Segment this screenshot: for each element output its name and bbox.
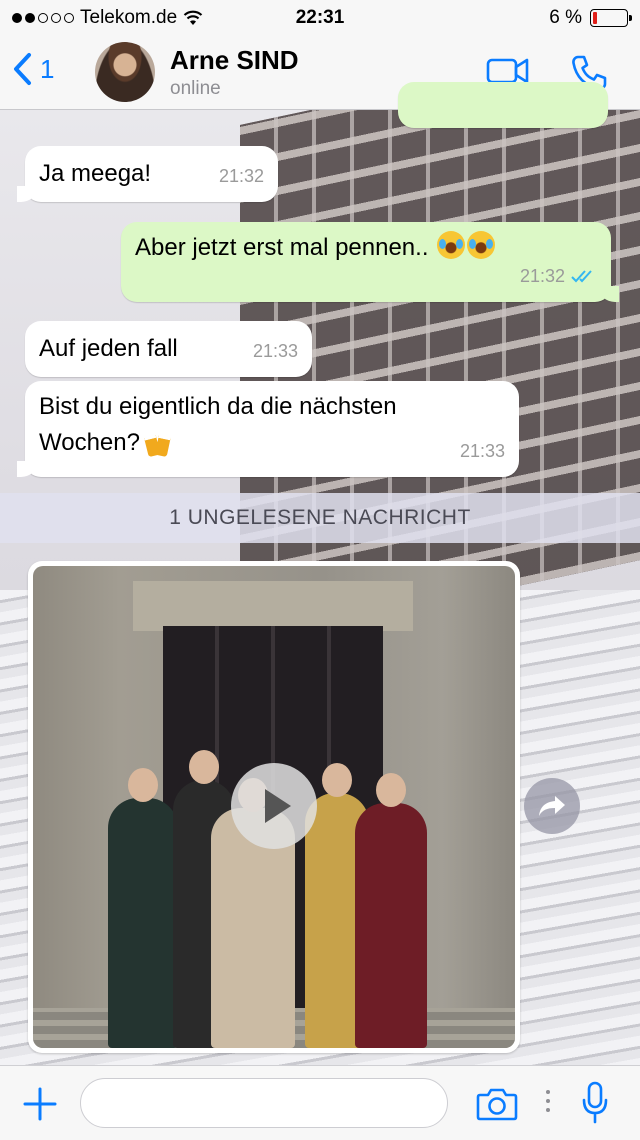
signal-dot bbox=[51, 13, 61, 23]
signal-dot bbox=[38, 13, 48, 23]
face-with-tears-of-joy-icon bbox=[467, 231, 496, 259]
message-bubble-incoming[interactable]: Auf jeden fall 21:33 bbox=[25, 321, 312, 377]
battery-indicator: 6 % bbox=[549, 7, 632, 29]
carrier-name: Telekom.de bbox=[80, 7, 178, 28]
message-text: Wochen? bbox=[39, 429, 140, 456]
message-text-line2: Wochen? bbox=[39, 425, 505, 461]
forward-arrow-icon[interactable] bbox=[524, 778, 580, 834]
signal-dot bbox=[25, 13, 35, 23]
video-thumbnail[interactable] bbox=[33, 566, 515, 1048]
plus-icon[interactable] bbox=[22, 1086, 58, 1122]
thumbnail-person bbox=[108, 768, 178, 1048]
thumbnail-lintel bbox=[133, 581, 413, 631]
microphone-icon[interactable] bbox=[580, 1080, 610, 1126]
battery-percent: 6 % bbox=[549, 7, 582, 28]
camera-icon[interactable] bbox=[476, 1086, 518, 1122]
signal-dot bbox=[64, 13, 74, 23]
signal-strength-icon bbox=[12, 13, 74, 23]
more-dots-icon bbox=[546, 1090, 550, 1112]
message-bubble-partial bbox=[398, 82, 608, 128]
message-text: Aber jetzt erst mal pennen.. bbox=[135, 234, 429, 261]
face-with-tears-of-joy-icon bbox=[437, 231, 466, 259]
video-message[interactable] bbox=[28, 561, 520, 1053]
message-time: 21:32 bbox=[520, 258, 597, 294]
avatar[interactable] bbox=[95, 42, 155, 102]
unread-messages-banner: 1 UNGELESENE NACHRICHT bbox=[0, 493, 640, 543]
message-bubble-incoming[interactable]: Ja meega! 21:32 bbox=[17, 146, 278, 202]
message-bubble-outgoing[interactable]: Aber jetzt erst mal pennen.. 21:32 bbox=[121, 222, 619, 302]
chevron-left-icon bbox=[14, 53, 31, 85]
message-text: Ja meega! bbox=[39, 160, 152, 187]
message-input[interactable] bbox=[80, 1078, 448, 1128]
message-timestamp: 21:33 bbox=[252, 341, 298, 361]
message-bubble-incoming[interactable]: Bist du eigentlich da die nächsten Woche… bbox=[17, 381, 519, 477]
message-text: Auf jeden fall bbox=[39, 335, 178, 362]
message-timestamp: 21:32 bbox=[519, 266, 565, 286]
status-bar: Telekom.de 22:31 6 % bbox=[0, 0, 640, 36]
clinking-beer-mugs-icon bbox=[143, 426, 172, 458]
message-time: 21:32 bbox=[219, 158, 264, 194]
message-time: 21:33 bbox=[253, 333, 298, 369]
wifi-icon bbox=[183, 10, 203, 25]
unread-chats-count: 1 bbox=[40, 53, 55, 84]
signal-dot bbox=[12, 13, 22, 23]
back-button[interactable]: 1 bbox=[12, 52, 54, 86]
message-input-bar bbox=[0, 1065, 640, 1140]
battery-level-fill bbox=[593, 12, 597, 24]
play-icon[interactable] bbox=[231, 763, 317, 849]
thumbnail-person bbox=[355, 773, 427, 1048]
message-timestamp: 21:33 bbox=[459, 441, 505, 461]
message-timestamp: 21:32 bbox=[218, 166, 264, 186]
double-check-read-icon bbox=[571, 270, 592, 283]
battery-icon bbox=[590, 9, 632, 27]
contact-name[interactable]: Arne SIND bbox=[170, 45, 299, 76]
forward-arrow-glyph bbox=[539, 796, 565, 816]
contact-status: online bbox=[170, 78, 221, 99]
message-time: 21:33 bbox=[460, 433, 505, 469]
message-text: Bist du eigentlich da die nächsten bbox=[39, 393, 397, 420]
